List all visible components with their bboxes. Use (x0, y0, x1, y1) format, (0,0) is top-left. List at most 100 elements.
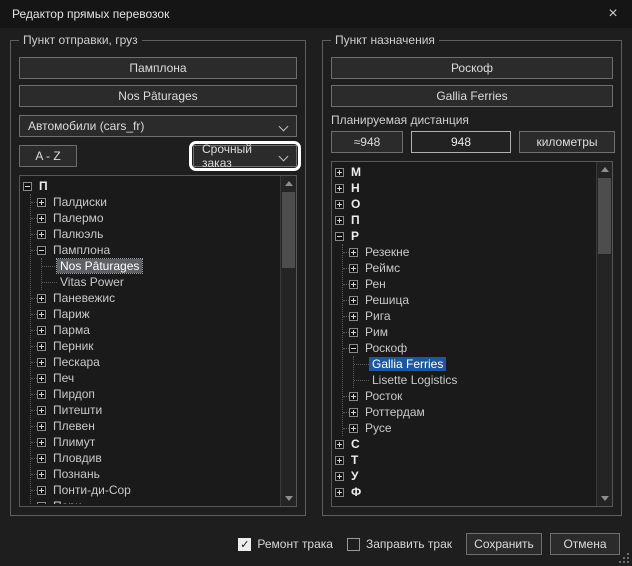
tree-item-label[interactable]: Пирдоп (50, 387, 98, 401)
scrollbar-thumb[interactable] (282, 192, 295, 268)
tree-item[interactable]: Паневежис (31, 290, 278, 306)
tree-item-label[interactable]: Перник (50, 339, 97, 353)
collapse-icon[interactable] (23, 181, 32, 191)
tree-item-label[interactable]: Пори (50, 499, 85, 504)
distance-unit-button[interactable]: километры (519, 131, 615, 153)
tree-item-label[interactable]: Н (348, 181, 363, 195)
tree-item-label[interactable]: Рига (362, 309, 394, 323)
tree-item-label[interactable]: П (36, 179, 51, 193)
scroll-down-icon[interactable] (597, 491, 612, 506)
expand-icon[interactable] (37, 197, 46, 207)
tree-item[interactable]: Рен (343, 276, 594, 292)
expand-icon[interactable] (335, 487, 344, 497)
collapse-icon[interactable] (349, 343, 358, 353)
expand-icon[interactable] (349, 391, 358, 401)
tree-item-label[interactable]: Печ (50, 371, 77, 385)
title-bar[interactable]: Редактор прямых перевозок × (0, 0, 632, 28)
tree-item[interactable]: Перник (31, 338, 278, 354)
tree-item-label[interactable]: Реймс (362, 261, 403, 275)
save-button[interactable]: Сохранить (466, 533, 542, 555)
expand-icon[interactable] (37, 501, 46, 504)
tree-item-label[interactable]: Понти-ди-Сор (50, 483, 134, 497)
tree-item-label[interactable]: Рим (362, 325, 391, 339)
expand-icon[interactable] (37, 405, 46, 415)
tree-item-label[interactable]: Палермо (50, 211, 107, 225)
tree-item-label[interactable]: Питешти (50, 403, 105, 417)
tree-item[interactable]: Решица (343, 292, 594, 308)
tree-item-label[interactable]: Парма (50, 323, 93, 337)
expand-icon[interactable] (349, 247, 358, 257)
tree-item[interactable]: Ф (335, 484, 594, 500)
tree-item-label[interactable]: Ф (348, 485, 364, 499)
tree-item[interactable]: Р (335, 228, 594, 244)
tree-item-label[interactable]: С (348, 437, 363, 451)
repair-truck-checkbox[interactable]: ✓ Ремонт трака (238, 537, 333, 551)
tree-item-label[interactable]: Палдиски (50, 195, 110, 209)
tree-item-label[interactable]: Резекне (362, 245, 412, 259)
expand-icon[interactable] (349, 279, 358, 289)
expand-icon[interactable] (335, 167, 344, 177)
cancel-button[interactable]: Отмена (550, 533, 620, 555)
tree-item-label[interactable]: Плимут (50, 435, 98, 449)
tree-item[interactable]: Познань (31, 466, 278, 482)
collapse-icon[interactable] (335, 231, 344, 241)
tree-item[interactable]: У (335, 468, 594, 484)
expand-icon[interactable] (37, 293, 46, 303)
resize-grip[interactable] (617, 551, 629, 563)
tree-item-label[interactable]: Т (348, 453, 361, 467)
tree-item-label[interactable]: Париж (50, 307, 93, 321)
tree-item-label[interactable]: Vitas Power (57, 275, 127, 289)
tree-item[interactable]: Gallia Ferries (354, 356, 594, 372)
tree-item[interactable]: Рига (343, 308, 594, 324)
tree-item-label[interactable]: Рен (362, 277, 389, 291)
vehicle-dropdown[interactable]: Автомобили (cars_fr) (19, 115, 297, 137)
expand-icon[interactable] (37, 341, 46, 351)
tree-item[interactable]: Русе (343, 420, 594, 436)
tree-item[interactable]: П (335, 212, 594, 228)
expand-icon[interactable] (335, 215, 344, 225)
expand-icon[interactable] (37, 325, 46, 335)
tree-item-label[interactable]: М (348, 165, 364, 179)
tree-item[interactable]: Lisette Logistics (354, 372, 594, 388)
tree-item[interactable]: Т (335, 452, 594, 468)
expand-icon[interactable] (349, 423, 358, 433)
expand-icon[interactable] (37, 421, 46, 431)
tree-item-label[interactable]: Русе (362, 421, 395, 435)
scroll-up-icon[interactable] (597, 162, 612, 177)
expand-icon[interactable] (349, 327, 358, 337)
tree-item[interactable]: О (335, 196, 594, 212)
tree-item[interactable]: Палермо (31, 210, 278, 226)
tree-item[interactable]: Парма (31, 322, 278, 338)
tree-item-label[interactable]: Пескара (50, 355, 103, 369)
tree-item[interactable]: Роттердам (343, 404, 594, 420)
distance-input[interactable] (411, 131, 511, 153)
tree-item-label[interactable]: Познань (50, 467, 103, 481)
scroll-down-icon[interactable] (281, 491, 296, 506)
tree-item-label[interactable]: Роскоф (362, 341, 410, 355)
expand-icon[interactable] (37, 213, 46, 223)
tree-item-label[interactable]: Решица (362, 293, 412, 307)
tree-item-label[interactable]: П (348, 213, 363, 227)
collapse-icon[interactable] (37, 245, 46, 255)
tree-item[interactable]: Пирдоп (31, 386, 278, 402)
expand-icon[interactable] (37, 389, 46, 399)
scrollbar-thumb[interactable] (598, 178, 611, 254)
destination-tree-scrollbar[interactable] (596, 162, 612, 506)
tree-item-label[interactable]: Пловдив (50, 451, 105, 465)
tree-item[interactable]: Памплона (31, 242, 278, 258)
scroll-up-icon[interactable] (281, 176, 296, 191)
tree-item[interactable]: Росток (343, 388, 594, 404)
tree-item[interactable]: Резекне (343, 244, 594, 260)
tree-item[interactable]: Питешти (31, 402, 278, 418)
expand-icon[interactable] (349, 407, 358, 417)
tree-item[interactable]: Палдиски (31, 194, 278, 210)
expand-icon[interactable] (37, 469, 46, 479)
expand-icon[interactable] (349, 295, 358, 305)
tree-item-label[interactable]: Р (348, 229, 362, 243)
tree-item[interactable]: Печ (31, 370, 278, 386)
tree-item[interactable]: Париж (31, 306, 278, 322)
expand-icon[interactable] (335, 455, 344, 465)
expand-icon[interactable] (335, 471, 344, 481)
tree-item[interactable]: Nos Pâturages (42, 258, 278, 274)
order-type-dropdown[interactable]: Срочный заказ (189, 141, 301, 171)
